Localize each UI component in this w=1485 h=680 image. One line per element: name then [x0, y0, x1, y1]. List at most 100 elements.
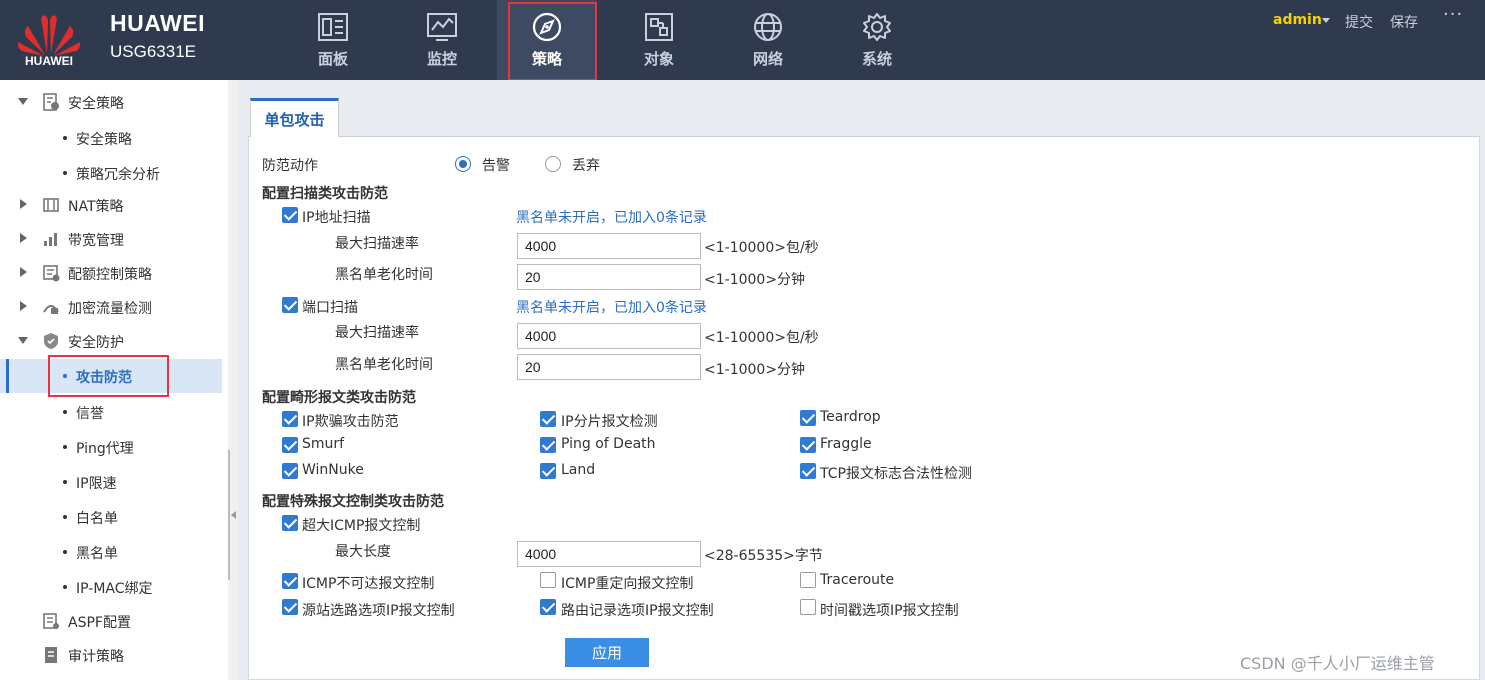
ip-scan-blacklist-info: 黑名单未开启，已加入0条记录 [516, 210, 707, 226]
sidebar-item-label: 信誉 [76, 406, 104, 422]
chevron-down-icon[interactable] [18, 98, 28, 105]
port-scan-blacklist-info: 黑名单未开启，已加入0条记录 [516, 300, 707, 316]
audit-icon [45, 647, 57, 663]
port-scan-rate-input[interactable] [517, 323, 701, 349]
nav-highlight-box [508, 2, 597, 81]
port-scan-rate-hint: <1-10000>包/秒 [704, 330, 819, 346]
traceroute-checkbox[interactable] [800, 572, 816, 588]
submit-button[interactable]: 提交 [1345, 12, 1373, 32]
bandwidth-icon [44, 233, 57, 246]
chevron-down-icon[interactable] [18, 337, 28, 344]
nav-label: 对象 [643, 50, 674, 68]
timestamp-checkbox[interactable] [800, 599, 816, 615]
collapse-left-icon[interactable] [231, 511, 236, 519]
sidebar-item-label: 安全防护 [68, 335, 124, 351]
ip-spoofing-label: IP欺骗攻击防范 [302, 414, 399, 430]
land-checkbox[interactable] [540, 463, 556, 479]
nav-network[interactable]: 网络 [718, 0, 818, 80]
sidebar-item-ip-rate-limit[interactable]: IP限速 [0, 465, 222, 499]
sidebar-item-nat-policy[interactable]: NAT策略 [0, 188, 222, 222]
icmp-unreachable-label: ICMP不可达报文控制 [302, 576, 435, 592]
sidebar-item-quota[interactable]: 配额控制策略 [0, 256, 222, 290]
sidebar-item-label: 安全策略 [76, 132, 132, 148]
radio-alarm[interactable] [455, 156, 471, 172]
sidebar-item-security-policy-sub[interactable]: 安全策略 [0, 121, 222, 155]
tab-bar [248, 97, 1480, 137]
winnuke-checkbox[interactable] [282, 463, 298, 479]
sidebar-item-label: 加密流量检测 [68, 301, 152, 317]
chevron-right-icon[interactable] [20, 267, 27, 277]
source-route-label: 源站选路选项IP报文控制 [302, 603, 455, 619]
sidebar-item-bandwidth[interactable]: 带宽管理 [0, 222, 222, 256]
source-route-checkbox[interactable] [282, 599, 298, 615]
port-scan-label: 端口扫描 [302, 300, 358, 316]
fraggle-label: Fraggle [820, 436, 872, 452]
sidebar-item-aspf[interactable]: ASPF配置 [0, 604, 222, 638]
sidebar-item-label: IP限速 [76, 476, 117, 492]
sidebar-item-label: 白名单 [76, 511, 118, 527]
sidebar-item-blacklist[interactable]: 黑名单 [0, 535, 222, 569]
chevron-down-icon[interactable] [1322, 18, 1330, 23]
ip-fragment-checkbox[interactable] [540, 411, 556, 427]
max-length-input[interactable] [517, 541, 701, 567]
nav-monitor[interactable]: 监控 [392, 0, 492, 80]
sidebar-item-whitelist[interactable]: 白名单 [0, 500, 222, 534]
brand-name: HUAWEI [110, 10, 205, 36]
fraggle-checkbox[interactable] [800, 437, 816, 453]
ip-scan-label: IP地址扫描 [302, 210, 371, 226]
nav-system[interactable]: 系统 [827, 0, 927, 80]
chevron-right-icon[interactable] [20, 301, 27, 311]
large-icmp-checkbox[interactable] [282, 515, 298, 531]
nav-object[interactable]: 对象 [609, 0, 709, 80]
bullet-icon [63, 480, 67, 484]
radio-alarm-label: 告警 [482, 158, 510, 174]
radio-discard[interactable] [545, 156, 561, 172]
section-scan-title: 配置扫描类攻击防范 [262, 186, 388, 202]
sidebar-item-encrypted-traffic[interactable]: 加密流量检测 [0, 290, 222, 324]
sidebar-item-security-policy[interactable]: 安全策略 [0, 85, 222, 119]
chevron-right-icon[interactable] [20, 233, 27, 243]
sidebar-splitter[interactable] [228, 80, 238, 680]
port-scan-rate-label: 最大扫描速率 [335, 325, 419, 341]
sidebar-item-reputation[interactable]: 信誉 [0, 395, 222, 429]
security-policy-icon [43, 93, 59, 111]
ip-scan-age-input[interactable] [517, 264, 701, 290]
tab-single-packet-attack[interactable]: 单包攻击 [250, 98, 339, 138]
record-route-checkbox[interactable] [540, 599, 556, 615]
ip-scan-age-hint: <1-1000>分钟 [704, 272, 806, 288]
sidebar-item-ip-mac-binding[interactable]: IP-MAC绑定 [0, 570, 222, 604]
winnuke-label: WinNuke [302, 462, 364, 478]
icmp-unreachable-checkbox[interactable] [282, 573, 298, 589]
save-button[interactable]: 保存 [1390, 12, 1418, 32]
port-scan-age-input[interactable] [517, 354, 701, 380]
more-icon[interactable]: ··· [1443, 4, 1463, 25]
timestamp-label: 时间戳选项IP报文控制 [820, 603, 959, 619]
nav-dashboard[interactable]: 面板 [283, 0, 383, 80]
sidebar-item-label: 安全策略 [68, 96, 124, 112]
ip-scan-rate-input[interactable] [517, 233, 701, 259]
aspf-icon [43, 613, 59, 629]
user-menu[interactable]: admin [1273, 12, 1322, 28]
section-malformed-title: 配置畸形报文类攻击防范 [262, 390, 416, 406]
sidebar-item-security-protection[interactable]: 安全防护 [0, 324, 222, 358]
chevron-right-icon[interactable] [20, 199, 27, 209]
sidebar-highlight-box [48, 355, 169, 397]
sidebar-item-label: 审计策略 [68, 649, 124, 665]
icmp-redirect-checkbox[interactable] [540, 572, 556, 588]
ip-spoofing-checkbox[interactable] [282, 411, 298, 427]
sidebar-item-policy-redundancy[interactable]: 策略冗余分析 [0, 156, 222, 190]
device-model: USG6331E [110, 42, 196, 61]
splitter-handle[interactable] [228, 450, 230, 580]
sidebar-item-ping-proxy[interactable]: Ping代理 [0, 430, 222, 464]
apply-button[interactable]: 应用 [565, 638, 649, 667]
smurf-checkbox[interactable] [282, 437, 298, 453]
sidebar-item-audit-policy[interactable]: 审计策略 [0, 638, 222, 672]
icmp-redirect-label: ICMP重定向报文控制 [561, 576, 694, 592]
sidebar-item-label: Ping代理 [76, 441, 134, 457]
teardrop-checkbox[interactable] [800, 410, 816, 426]
ip-scan-checkbox[interactable] [282, 207, 298, 223]
ping-of-death-checkbox[interactable] [540, 437, 556, 453]
sidebar-item-label: NAT策略 [68, 199, 124, 215]
tcp-flag-check-checkbox[interactable] [800, 463, 816, 479]
port-scan-checkbox[interactable] [282, 297, 298, 313]
